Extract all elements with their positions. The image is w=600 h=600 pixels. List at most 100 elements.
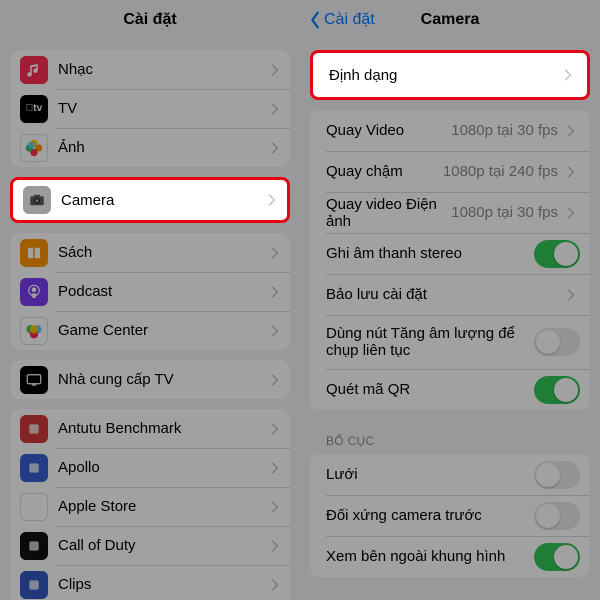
sidebar-item-tv[interactable]: tv TV (10, 89, 290, 128)
sidebar-item-camera[interactable]: Camera (13, 180, 287, 220)
setting-value: 1080p tại 240 fps (443, 163, 558, 180)
toggle-switch[interactable] (534, 461, 580, 489)
chevron-right-icon (266, 422, 284, 436)
chevron-right-icon (266, 324, 284, 338)
setting-row-preserve[interactable]: Bảo lưu cài đặt (310, 274, 590, 315)
sidebar-item-cod[interactable]: Call of Duty (10, 526, 290, 565)
chevron-right-icon (562, 206, 580, 220)
sidebar-item-label: Apollo (58, 459, 266, 476)
settings-detail-pane: Cài đặt Camera Định dạngQuay Video1080p … (300, 0, 600, 600)
setting-row-volburst: Dùng nút Tăng âm lượng để chụp liên tục (310, 315, 590, 369)
setting-label: Dùng nút Tăng âm lượng để chụp liên tục (326, 325, 534, 359)
camera-settings-list[interactable]: Định dạngQuay Video1080p tại 30 fpsQuay … (300, 40, 600, 600)
sidebar-item-photos[interactable]: Ảnh (10, 128, 290, 167)
sidebar-item-music[interactable]: Nhạc (10, 50, 290, 89)
toggle-switch[interactable] (534, 376, 580, 404)
setting-label: Quay video Điện ảnh (326, 196, 451, 230)
toggle-switch[interactable] (534, 543, 580, 571)
sidebar-item-antutu[interactable]: Antutu Benchmark (10, 409, 290, 448)
sidebar-item-clips[interactable]: Clips (10, 565, 290, 600)
highlight-format-row: Định dạng (310, 50, 590, 100)
settings-ipad-splitview: Cài đặt Nhạc tv TV Ảnh Camera Sách Podcast Gam… (0, 0, 600, 600)
setting-row-qr: Quét mã QR (310, 369, 590, 410)
setting-row-slomo[interactable]: Quay chậm1080p tại 240 fps (310, 151, 590, 192)
section-header-capture: CHỤP ẢNH (310, 587, 590, 600)
chevron-right-icon (559, 68, 577, 82)
chevron-right-icon (266, 285, 284, 299)
chevron-right-icon (562, 165, 580, 179)
chevron-right-icon (263, 193, 281, 207)
setting-row-format[interactable]: Định dạng (313, 53, 587, 97)
tvprov-icon (20, 366, 48, 394)
sidebar-item-appstore[interactable]: Apple Store (10, 487, 290, 526)
back-label: Cài đặt (324, 11, 375, 29)
sidebar-item-label: Call of Duty (58, 537, 266, 554)
setting-label: Định dạng (329, 67, 559, 84)
setting-label: Lưới (326, 466, 534, 483)
chevron-right-icon (266, 141, 284, 155)
antutu-icon (20, 415, 48, 443)
sidebar-item-label: Clips (58, 576, 266, 593)
sidebar-item-label: Apple Store (58, 498, 266, 515)
chevron-right-icon (266, 102, 284, 116)
clips-icon (20, 571, 48, 599)
tv-icon: tv (20, 95, 48, 123)
master-navbar: Cài đặt (0, 0, 300, 40)
sidebar-item-label: Ảnh (58, 139, 266, 156)
sidebar-item-podcast[interactable]: Podcast (10, 272, 290, 311)
sidebar-item-gc[interactable]: Game Center (10, 311, 290, 350)
chevron-left-icon (308, 11, 322, 29)
sidebar-item-label: TV (58, 100, 266, 117)
apollo-icon (20, 454, 48, 482)
sidebar-item-label: Camera (61, 192, 263, 209)
toggle-switch[interactable] (534, 240, 580, 268)
sidebar-item-label: Antutu Benchmark (58, 420, 266, 437)
master-title: Cài đặt (123, 11, 176, 29)
setting-label: Quay chậm (326, 163, 443, 180)
setting-row-stereo: Ghi âm thanh stereo (310, 233, 590, 274)
chevron-right-icon (266, 500, 284, 514)
setting-row-grid: Lưới (310, 454, 590, 495)
podcast-icon (20, 278, 48, 306)
sidebar-item-apollo[interactable]: Apollo (10, 448, 290, 487)
chevron-right-icon (266, 578, 284, 592)
setting-row-outside: Xem bên ngoài khung hình (310, 536, 590, 577)
setting-label: Bảo lưu cài đặt (326, 286, 562, 303)
chevron-right-icon (266, 373, 284, 387)
sidebar-item-tvprov[interactable]: Nhà cung cấp TV (10, 360, 290, 399)
sidebar-item-books[interactable]: Sách (10, 233, 290, 272)
gc-icon (20, 317, 48, 345)
toggle-switch[interactable] (534, 502, 580, 530)
sidebar-item-label: Nhà cung cấp TV (58, 371, 266, 388)
settings-master-pane: Cài đặt Nhạc tv TV Ảnh Camera Sách Podcast Gam… (0, 0, 300, 600)
appstore-icon (20, 493, 48, 521)
setting-label: Đối xứng camera trước (326, 507, 534, 524)
highlight-camera-row: Camera (10, 177, 290, 223)
toggle-switch[interactable] (534, 328, 580, 356)
setting-row-cine[interactable]: Quay video Điện ảnh1080p tại 30 fps (310, 192, 590, 233)
music-icon (20, 56, 48, 84)
photos-icon (20, 134, 48, 162)
camera-icon (23, 186, 51, 214)
setting-label: Quét mã QR (326, 381, 534, 398)
setting-row-mirror: Đối xứng camera trước (310, 495, 590, 536)
settings-list[interactable]: Nhạc tv TV Ảnh Camera Sách Podcast Game Center… (0, 40, 300, 600)
chevron-right-icon (562, 124, 580, 138)
cod-icon (20, 532, 48, 560)
chevron-right-icon (266, 63, 284, 77)
setting-value: 1080p tại 30 fps (451, 204, 558, 221)
detail-title: Camera (421, 11, 480, 29)
chevron-right-icon (562, 288, 580, 302)
setting-label: Xem bên ngoài khung hình (326, 548, 534, 565)
sidebar-item-label: Game Center (58, 322, 266, 339)
setting-row-recvid[interactable]: Quay Video1080p tại 30 fps (310, 110, 590, 151)
detail-navbar: Cài đặt Camera (300, 0, 600, 40)
sidebar-item-label: Nhạc (58, 61, 266, 78)
sidebar-item-label: Sách (58, 244, 266, 261)
sidebar-item-label: Podcast (58, 283, 266, 300)
back-button[interactable]: Cài đặt (308, 11, 375, 29)
chevron-right-icon (266, 246, 284, 260)
setting-label: Ghi âm thanh stereo (326, 245, 534, 262)
chevron-right-icon (266, 539, 284, 553)
setting-label: Quay Video (326, 122, 451, 139)
